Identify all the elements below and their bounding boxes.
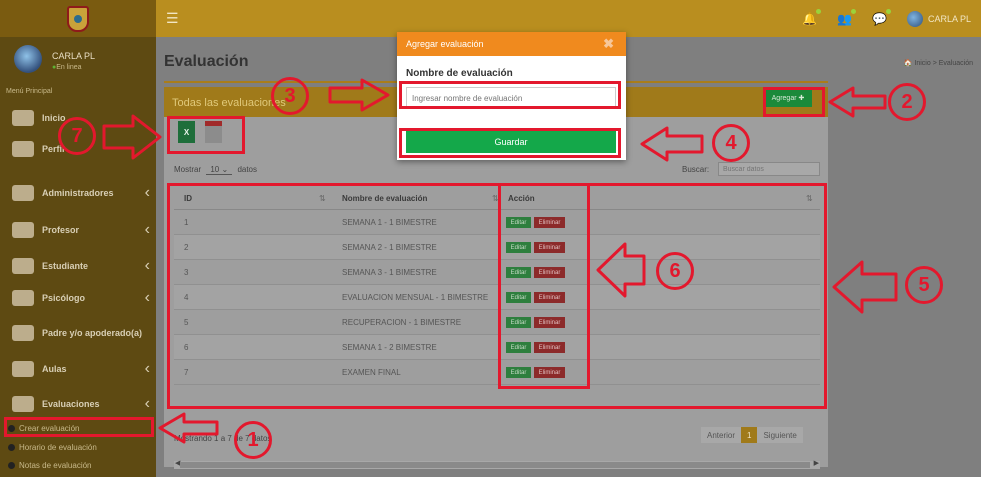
arrow-4 (640, 126, 704, 162)
annotation-number-3: 3 (271, 77, 309, 115)
annotation-number-6: 6 (656, 252, 694, 290)
annotation-number-1: 1 (234, 421, 272, 459)
arrow-6 (596, 242, 646, 298)
annotation-number-2: 2 (888, 83, 926, 121)
annotation-arrows (102, 78, 898, 444)
annotation-number-7: 7 (58, 117, 96, 155)
annotation-number-4: 4 (712, 124, 750, 162)
arrow-2 (828, 86, 887, 118)
annotation-number-5: 5 (905, 266, 943, 304)
arrow-1 (158, 412, 219, 444)
arrow-5 (832, 260, 898, 314)
arrow-3 (328, 78, 390, 112)
arrow-7 (102, 114, 162, 160)
